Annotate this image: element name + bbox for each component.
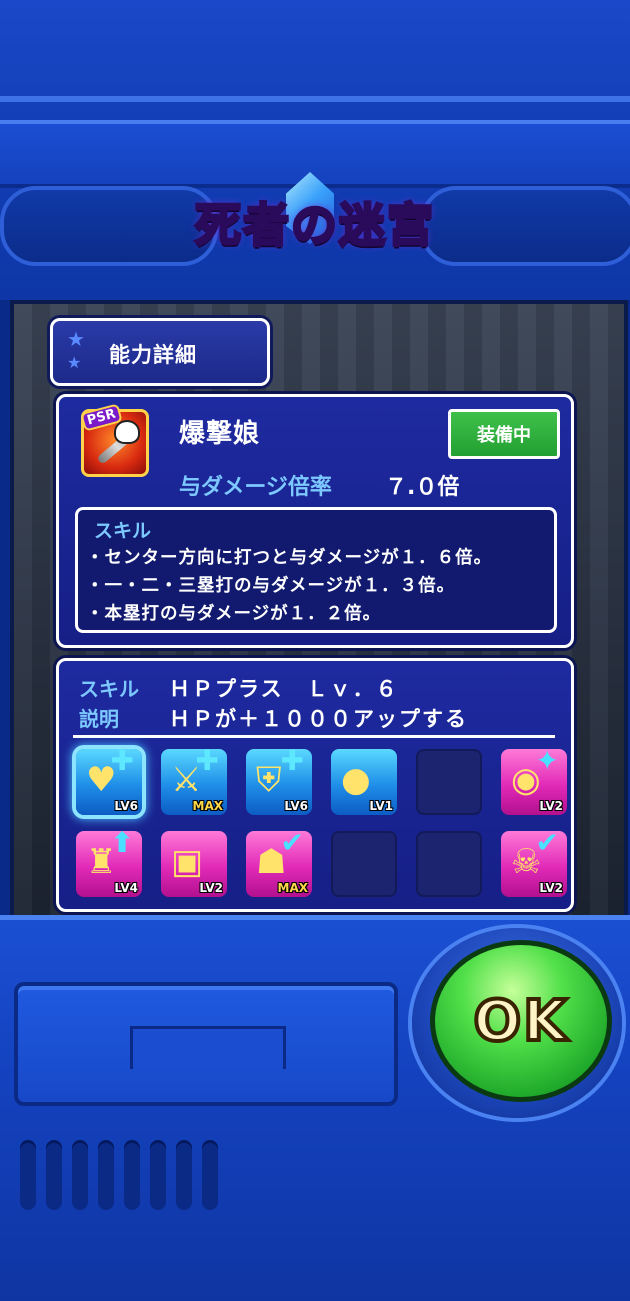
- ok-button[interactable]: OK: [430, 940, 612, 1102]
- bottom-slot-panel: [14, 982, 398, 1106]
- skill-line: ・本塁打の与ダメージが１．２倍。: [86, 604, 382, 624]
- ability-level: LV6: [284, 799, 308, 813]
- weapon-skill-box: スキル ・センター方向に打つと与ダメージが１．６倍。 ・一・二・三塁打の与ダメー…: [75, 507, 557, 633]
- skill-line: ・一・二・三塁打の与ダメージが１．３倍。: [86, 576, 456, 596]
- vent-slot: [98, 1140, 114, 1210]
- logo-wing-right: [420, 186, 630, 266]
- ability-level: LV2: [539, 881, 563, 895]
- ability-badge: ✔: [535, 826, 559, 859]
- ability-glyph: ⛨: [256, 760, 282, 800]
- ability-badge: ✦: [535, 744, 559, 777]
- ability-level: LV2: [539, 799, 563, 813]
- ability-glyph: ●: [341, 760, 371, 800]
- frame-stripe: [0, 96, 630, 102]
- vent-slot: [124, 1140, 140, 1210]
- ability-level: LV4: [114, 881, 138, 895]
- ability-detail-tab: ★ ★ 能力詳細: [50, 318, 270, 386]
- star-icon: ★: [67, 327, 85, 351]
- ability-desc-value: ＨＰが＋１０００アップする: [169, 707, 468, 731]
- dungeon-logo: 死者の迷宮: [190, 176, 440, 268]
- skill-heading: スキル: [94, 520, 152, 542]
- skill-line: ・センター方向に打つと与ダメージが１．６倍。: [86, 548, 493, 568]
- ability-level: LV6: [114, 799, 138, 813]
- skull-shape: [114, 420, 140, 444]
- ok-button-label: OK: [472, 987, 569, 1056]
- empty-ability-slot: [416, 749, 482, 815]
- vent-slot: [176, 1140, 192, 1210]
- ability-panel: スキル ＨＰプラス Ｌｖ．６ 説明 ＨＰが＋１０００アップする ♥ ✚ LV6 ⚔ ✚ M…: [56, 658, 574, 912]
- ability-skill-key: スキル: [79, 677, 139, 701]
- dungeon-title: 死者の迷宮: [194, 197, 435, 254]
- empty-ability-slot: [331, 831, 397, 897]
- monster-check-icon[interactable]: ☗ ✔ MAX: [246, 826, 312, 897]
- slot-notch: [130, 1026, 286, 1069]
- ability-badge: ✔: [280, 826, 304, 859]
- coin-sparkle-icon[interactable]: ◉ ✦ LV2: [501, 744, 567, 815]
- ability-badge: ✚: [280, 744, 304, 777]
- equipped-badge: 装備中: [448, 409, 560, 459]
- star-icon: ★: [67, 353, 82, 372]
- empty-ability-slot: [416, 831, 482, 897]
- weapon-name: 爆撃娘: [179, 419, 261, 449]
- vent-slot: [46, 1140, 62, 1210]
- weapon-card: PSR 爆撃娘 装備中 与ダメージ倍率 ７.０倍 スキル ・センター方向に打つと…: [56, 394, 574, 648]
- ability-level: MAX: [277, 881, 308, 895]
- ability-badge: ✚: [110, 744, 134, 777]
- skull-check-icon[interactable]: ☠ ✔ LV2: [501, 826, 567, 897]
- ability-level: MAX: [192, 799, 223, 813]
- potion-up-icon[interactable]: ♜ ⬆ LV4: [76, 826, 142, 897]
- vent-slot: [20, 1140, 36, 1210]
- divider: [73, 735, 555, 738]
- treasure-chest-icon[interactable]: ▣ LV2: [161, 831, 227, 897]
- shield-plus-icon[interactable]: ⛨ ✚ LV6: [246, 744, 312, 815]
- ability-badge: ⬆: [110, 826, 134, 859]
- ability-skill-value: ＨＰプラス Ｌｖ．６: [169, 677, 399, 701]
- ability-badge: ✚: [195, 744, 219, 777]
- sword-plus-icon[interactable]: ⚔ ✚ MAX: [161, 744, 227, 815]
- ability-glyph: ▣: [171, 842, 204, 882]
- damage-multiplier-value: ７.０倍: [385, 475, 460, 500]
- weapon-bat-icon: PSR: [80, 403, 149, 477]
- vent-slot: [150, 1140, 166, 1210]
- ability-level: LV1: [369, 799, 393, 813]
- tab-title: 能力詳細: [109, 343, 197, 367]
- ability-desc-key: 説明: [79, 707, 119, 731]
- apple-icon[interactable]: ● LV1: [331, 749, 397, 815]
- logo-wing-left: [0, 186, 218, 266]
- heart-plus-icon[interactable]: ♥ ✚ LV6: [76, 744, 142, 815]
- ability-level: LV2: [199, 881, 223, 895]
- vent-slot: [72, 1140, 88, 1210]
- vent-slot: [202, 1140, 218, 1210]
- damage-multiplier-label: 与ダメージ倍率: [179, 475, 332, 500]
